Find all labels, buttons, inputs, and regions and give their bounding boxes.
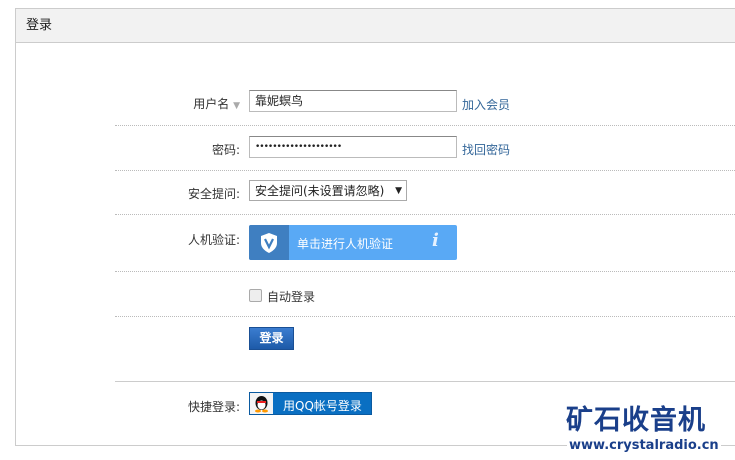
security-question-select[interactable]: 安全提问(未设置请忽略) ▼ — [249, 180, 407, 201]
password-label: 密码: — [211, 143, 240, 157]
password-input[interactable]: •••••••••••••••••••• — [249, 136, 457, 158]
shield-icon — [249, 225, 289, 260]
captcha-text: 单击进行人机验证 — [297, 237, 394, 251]
username-input[interactable]: 靠妮螟鸟 — [249, 90, 457, 112]
site-logo-title: 矿石收音机 — [566, 405, 706, 436]
autologin-label[interactable]: 自动登录 — [267, 288, 315, 305]
divider — [115, 125, 735, 126]
dropdown-arrow-icon[interactable]: ▼ — [233, 101, 240, 111]
autologin-checkbox[interactable] — [249, 289, 262, 302]
qq-login-button[interactable]: 用QQ帐号登录 — [249, 392, 372, 415]
security-question-label: 安全提问: — [187, 187, 240, 201]
qq-login-text: 用QQ帐号登录 — [283, 399, 362, 413]
divider — [115, 316, 735, 317]
forgot-password-link[interactable]: 找回密码 — [462, 141, 510, 158]
qq-penguin-icon — [250, 393, 273, 414]
username-label-text: 用户名 — [193, 97, 230, 111]
register-link[interactable]: 加入会员 — [462, 96, 510, 113]
divider — [115, 170, 735, 171]
divider — [115, 381, 735, 382]
captcha-label: 人机验证: — [187, 233, 240, 247]
login-button[interactable]: 登录 — [249, 327, 294, 350]
captcha-button[interactable]: 单击进行人机验证 i — [249, 225, 457, 260]
security-question-value: 安全提问(未设置请忽略) — [255, 184, 385, 198]
divider — [115, 214, 735, 215]
quick-login-label: 快捷登录: — [187, 400, 240, 414]
divider — [115, 271, 735, 272]
site-logo-url: www.crystalradio.cn — [567, 438, 721, 453]
panel-title: 登录 — [16, 9, 735, 43]
username-label[interactable]: 用户名 ▼ — [193, 95, 240, 112]
select-arrow-icon: ▼ — [395, 186, 402, 196]
info-icon[interactable]: i — [432, 230, 439, 251]
